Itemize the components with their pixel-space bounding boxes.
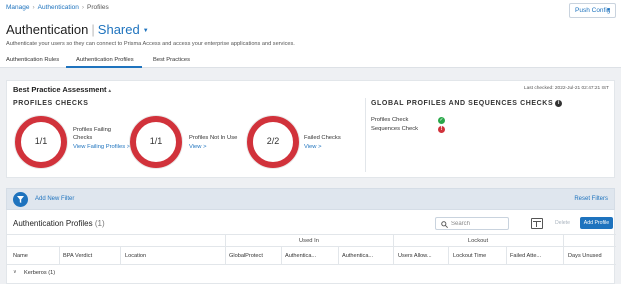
col-lockout-time[interactable]: Lockout Time [453,253,486,259]
profiles-checks-heading: PROFILES CHECKS [13,100,89,107]
column-divider [120,247,121,265]
tab-best-practices[interactable]: Best Practices [153,57,197,68]
table-group-row[interactable]: ∨ Kerberos (1) [7,266,616,280]
profiles-not-in-use-label: Profiles Not In Use [189,135,238,141]
profiles-not-in-use-value: 1/1 [149,136,163,146]
column-divider [448,247,449,265]
search-input[interactable] [451,219,506,229]
global-checks-heading-text: GLOBAL PROFILES AND SEQUENCES CHECKS [371,100,554,107]
column-divider [338,247,339,265]
push-config-button[interactable]: Push Config ▼ [569,3,616,18]
breadcrumb-separator: › [32,4,35,11]
failed-checks-value: 2/2 [266,136,280,146]
columns-icon[interactable] [531,218,543,229]
section-divider [365,98,366,172]
col-failed-attempts[interactable]: Failed Atte... [510,253,541,259]
profiles-failing-label-line2: Checks [73,135,93,141]
tab-authentication-rules[interactable]: Authentication Rules [6,57,59,68]
chevron-up-icon: ▴ [108,88,112,94]
profiles-failing-label: Profiles Failing Checks [73,126,111,142]
column-divider [393,247,394,265]
table-title: Authentication Profiles (1) [13,219,105,228]
last-checked-timestamp: Last checked: 2022-Jul-21 02:47:21 IST [523,86,609,91]
group-name: Kerberos (1) [24,270,56,276]
search-box[interactable] [435,217,509,230]
assessment-title[interactable]: Best Practice Assessment ▴ [13,85,111,94]
column-divider [563,247,564,265]
filter-bar: Add New Filter Reset Filters [6,188,615,210]
add-new-filter-link[interactable]: Add New Filter [35,196,74,202]
profiles-failing-value: 1/1 [34,136,48,146]
best-practice-assessment-card: Best Practice Assessment ▴ Last checked: … [6,80,615,178]
reset-filters-link[interactable]: Reset Filters [574,196,608,202]
tab-authentication-profiles[interactable]: Authentication Profiles [66,57,142,68]
assessment-title-text: Best Practice Assessment [13,85,107,94]
failed-checks-ring: 2/2 [247,116,299,168]
authentication-profiles-table: Authentication Profiles (1) Delete Add P… [6,210,616,284]
page-title-text: Authentication [6,22,89,37]
search-icon [441,221,448,228]
filter-icon[interactable] [13,192,28,207]
column-header-row: Name BPA Verdict Location GlobalProtect … [7,247,616,265]
chevron-down-icon[interactable]: ∨ [13,269,17,275]
table-title-text: Authentication Profiles [13,219,93,228]
breadcrumb: Manage › Authentication › Profiles [6,4,109,11]
breadcrumb-manage[interactable]: Manage [6,4,30,11]
col-users-allowed[interactable]: Users Allow... [398,253,432,259]
title-divider: | [91,22,95,37]
view-failing-profiles-link[interactable]: View Failing Profiles > [73,144,130,150]
failed-checks-label: Failed Checks [304,135,341,141]
view-failed-checks-link[interactable]: View > [304,144,321,150]
col-location[interactable]: Location [125,253,146,259]
col-authentication-1[interactable]: Authentica... [285,253,316,259]
chevron-down-icon[interactable]: ▼ [143,28,149,34]
page-title: Authentication | Shared ▼ [6,22,149,37]
profiles-check-label: Profiles Check [371,117,409,123]
scope-selector[interactable]: Shared [98,22,140,37]
chevron-down-icon: ▼ [606,7,611,13]
profiles-not-in-use-ring: 1/1 [130,116,182,168]
breadcrumb-separator: › [81,4,85,11]
profiles-failing-ring: 1/1 [15,116,67,168]
breadcrumb-profiles: Profiles [87,4,109,11]
column-divider [281,247,282,265]
page-header: Manage › Authentication › Profiles Push Conf… [0,0,621,68]
column-divider [506,247,507,265]
column-divider [59,247,60,265]
profiles-failing-label-line1: Profiles Failing [73,127,112,133]
col-globalprotect[interactable]: GlobalProtect [229,253,263,259]
col-days-unused[interactable]: Days Unused [568,253,602,259]
add-profile-button[interactable]: Add Profile [580,217,613,229]
error-circle-icon: ! [438,126,445,133]
column-group-header-row: Used In Lockout [7,234,616,248]
column-divider [225,247,226,265]
delete-button[interactable]: Delete [555,220,570,226]
page-subtitle: Authenticate your users so they can conn… [6,41,295,47]
breadcrumb-authentication[interactable]: Authentication [38,4,79,11]
sequences-check-label: Sequences Check [371,126,419,132]
lockout-group-header: Lockout [467,238,489,244]
check-circle-icon: ✓ [438,117,445,124]
info-icon[interactable]: i [555,100,563,107]
col-bpa-verdict[interactable]: BPA Verdict [63,253,92,259]
col-authentication-2[interactable]: Authentica... [342,253,373,259]
view-not-in-use-link[interactable]: View > [189,144,206,150]
table-count: (1) [94,219,105,228]
col-name[interactable]: Name [13,253,28,259]
global-checks-heading: GLOBAL PROFILES AND SEQUENCES CHECKS i [371,100,563,107]
used-in-group-header: Used In [299,238,319,244]
